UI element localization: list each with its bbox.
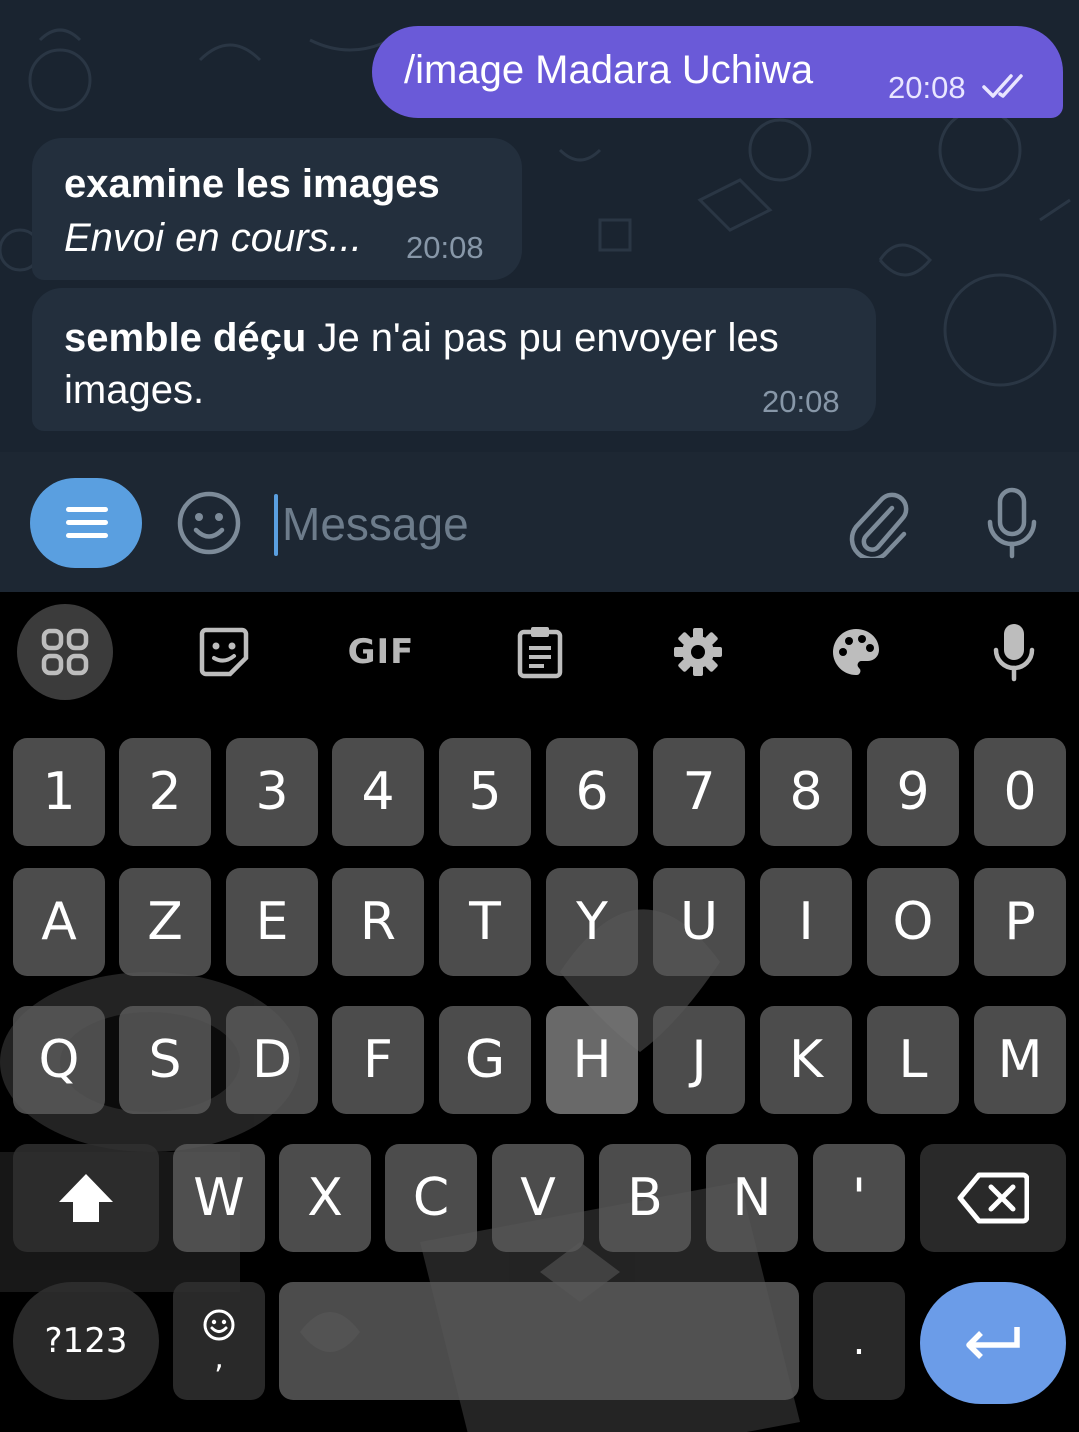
- symbols-key[interactable]: ?123: [13, 1282, 159, 1400]
- emoji-icon[interactable]: [176, 490, 242, 561]
- gear-icon[interactable]: [650, 604, 746, 700]
- key-9[interactable]: 9: [867, 738, 959, 846]
- key-n[interactable]: N: [706, 1144, 798, 1252]
- paperclip-icon[interactable]: [846, 488, 912, 563]
- key-t[interactable]: T: [439, 868, 531, 976]
- key-8[interactable]: 8: [760, 738, 852, 846]
- message-action-bold: semble déçu: [64, 316, 307, 360]
- gif-icon[interactable]: GIF: [333, 604, 429, 700]
- enter-key[interactable]: [920, 1282, 1066, 1404]
- shift-arrow-icon: [59, 1174, 113, 1222]
- message-time: 20:08: [406, 230, 484, 265]
- message-status-text: Envoi en cours...: [64, 216, 362, 260]
- message-time: 20:08: [762, 384, 840, 419]
- key-apostrophe[interactable]: ': [813, 1144, 905, 1252]
- key-q[interactable]: Q: [13, 1006, 105, 1114]
- key-u[interactable]: U: [653, 868, 745, 976]
- key-j[interactable]: J: [653, 1006, 745, 1114]
- key-y[interactable]: Y: [546, 868, 638, 976]
- backspace-icon: [957, 1172, 1029, 1224]
- microphone-icon[interactable]: [966, 604, 1062, 700]
- emoji-icon: [203, 1309, 235, 1340]
- key-h[interactable]: H: [546, 1006, 638, 1114]
- key-b[interactable]: B: [599, 1144, 691, 1252]
- text-cursor: [274, 494, 278, 556]
- message-time: 20:08: [888, 70, 966, 105]
- menu-icon: [66, 507, 108, 538]
- key-e[interactable]: E: [226, 868, 318, 976]
- key-6[interactable]: 6: [546, 738, 638, 846]
- key-c[interactable]: C: [385, 1144, 477, 1252]
- bot-menu-button[interactable]: [30, 478, 142, 568]
- backspace-key[interactable]: [920, 1144, 1066, 1252]
- clipboard-icon[interactable]: [492, 604, 588, 700]
- key-s[interactable]: S: [119, 1006, 211, 1114]
- key-a[interactable]: A: [13, 868, 105, 976]
- key-4[interactable]: 4: [332, 738, 424, 846]
- key-0[interactable]: 0: [974, 738, 1066, 846]
- key-d[interactable]: D: [226, 1006, 318, 1114]
- microphone-icon[interactable]: [984, 486, 1040, 567]
- key-z[interactable]: Z: [119, 868, 211, 976]
- key-3[interactable]: 3: [226, 738, 318, 846]
- key-k[interactable]: K: [760, 1006, 852, 1114]
- key-1[interactable]: 1: [13, 738, 105, 846]
- enter-arrow-icon: [966, 1327, 1020, 1359]
- message-text: /image Madara Uchiwa: [404, 48, 814, 92]
- message-text: Je n'ai pas pu envoyer les: [306, 316, 779, 360]
- period-key[interactable]: .: [813, 1282, 905, 1400]
- key-x[interactable]: X: [279, 1144, 371, 1252]
- comma-label: ,: [214, 1340, 224, 1376]
- incoming-message[interactable]: semble déçu Je n'ai pas pu envoyer les i…: [32, 288, 876, 431]
- gif-label: GIF: [347, 632, 415, 672]
- on-screen-keyboard: G I F 1 2 3 4 5 6 7 8 9 0 A Z E R T Y U I …: [0, 592, 1079, 1432]
- apps-grid-icon[interactable]: [17, 604, 113, 700]
- outgoing-message[interactable]: /image Madara Uchiwa 20:08: [372, 26, 1063, 118]
- message-text-line: images.: [64, 368, 205, 412]
- key-5[interactable]: 5: [439, 738, 531, 846]
- key-m[interactable]: M: [974, 1006, 1066, 1114]
- comma-emoji-key[interactable]: ,: [173, 1282, 265, 1400]
- chat-area: /image Madara Uchiwa 20:08 examine les i…: [0, 0, 1079, 452]
- key-p[interactable]: P: [974, 868, 1066, 976]
- sticker-icon[interactable]: [176, 604, 272, 700]
- key-l[interactable]: L: [867, 1006, 959, 1114]
- key-o[interactable]: O: [867, 868, 959, 976]
- key-2[interactable]: 2: [119, 738, 211, 846]
- key-v[interactable]: V: [492, 1144, 584, 1252]
- key-r[interactable]: R: [332, 868, 424, 976]
- shift-key[interactable]: [13, 1144, 159, 1252]
- message-composer: [0, 452, 1079, 592]
- message-input[interactable]: [280, 488, 804, 560]
- key-f[interactable]: F: [332, 1006, 424, 1114]
- read-double-check-icon: [982, 72, 1030, 105]
- key-w[interactable]: W: [173, 1144, 265, 1252]
- key-g[interactable]: G: [439, 1006, 531, 1114]
- message-text-line: semble déçu Je n'ai pas pu envoyer les: [64, 316, 779, 361]
- incoming-message[interactable]: examine les images Envoi en cours... 20:…: [32, 138, 522, 280]
- key-i[interactable]: I: [760, 868, 852, 976]
- palette-icon[interactable]: [808, 604, 904, 700]
- message-title: examine les images: [64, 162, 440, 206]
- space-bar[interactable]: [279, 1282, 799, 1400]
- key-7[interactable]: 7: [653, 738, 745, 846]
